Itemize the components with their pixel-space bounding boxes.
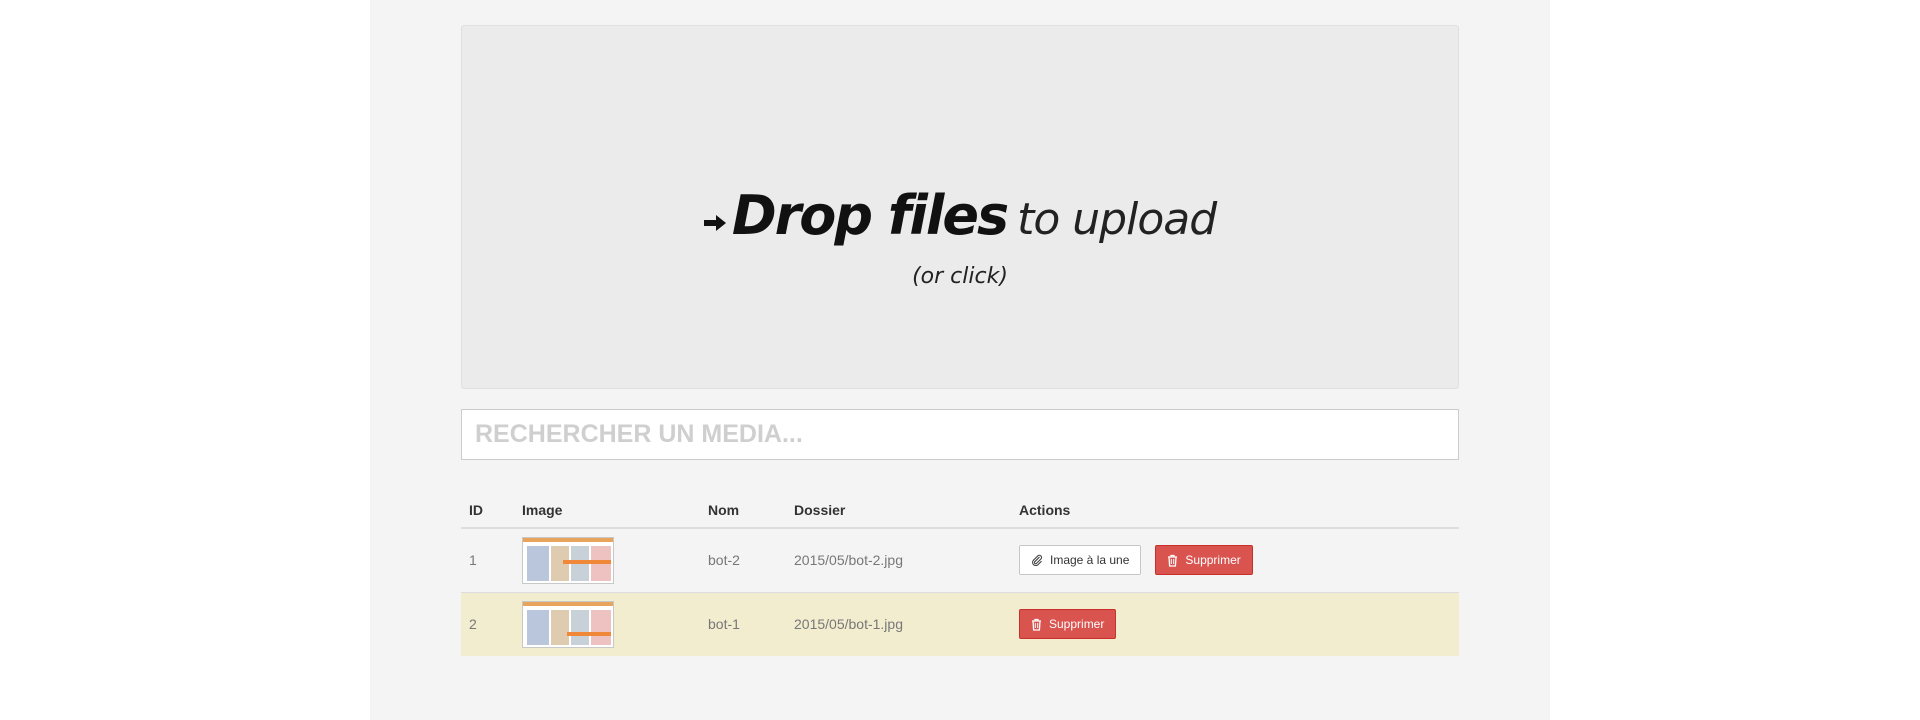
cell-image <box>514 591 700 656</box>
dropzone-headline: Drop files to upload <box>462 184 1458 247</box>
media-thumbnail[interactable] <box>522 536 614 584</box>
cell-name: bot-2 <box>700 527 786 592</box>
cell-name: bot-1 <box>700 591 786 656</box>
upload-dropzone[interactable]: Drop files to upload (or click) <box>461 25 1459 389</box>
trash-icon <box>1168 554 1178 567</box>
col-header-image: Image <box>514 493 700 529</box>
col-header-folder: Dossier <box>786 493 1011 529</box>
page-container: Drop filesto upload (or click) ID Image … <box>370 0 1550 720</box>
dropzone-subline: (or click) <box>912 264 1008 289</box>
delete-button[interactable]: Supprimer <box>1019 609 1117 640</box>
media-thumbnail[interactable] <box>522 600 614 648</box>
dropzone-headline-light: to upload <box>1017 194 1217 245</box>
col-header-name: Nom <box>700 493 786 529</box>
delete-label: Supprimer <box>1049 617 1105 632</box>
trash-icon <box>1032 618 1041 631</box>
cell-actions: Supprimer <box>1011 591 1459 656</box>
table-row: 1 bot-2 2015/05/bot-2.jpg Image à la une… <box>461 527 1459 592</box>
col-header-id: ID <box>461 493 514 529</box>
media-table: ID Image Nom Dossier Actions 1 bot-2 201… <box>461 493 1459 656</box>
col-header-actions: Actions <box>1011 493 1459 529</box>
paperclip-icon <box>1032 555 1043 567</box>
table-row: 2 bot-1 2015/05/bot-1.jpg Supprimer <box>461 591 1459 656</box>
delete-label: Supprimer <box>1185 553 1241 568</box>
dropzone-headline-strong: Drop files <box>731 184 1009 247</box>
media-search-input[interactable] <box>461 409 1459 460</box>
featured-image-label: Image à la une <box>1050 553 1130 568</box>
cell-id: 2 <box>461 591 514 656</box>
arrow-right-icon <box>703 214 726 231</box>
cell-folder: 2015/05/bot-1.jpg <box>786 591 1011 656</box>
delete-button[interactable]: Supprimer <box>1155 545 1253 576</box>
featured-image-button[interactable]: Image à la une <box>1019 545 1142 576</box>
cell-actions: Image à la une Supprimer <box>1011 527 1459 592</box>
cell-folder: 2015/05/bot-2.jpg <box>786 527 1011 592</box>
cell-image <box>514 527 700 592</box>
table-header-row: ID Image Nom Dossier Actions <box>461 493 1459 529</box>
cell-id: 1 <box>461 527 514 592</box>
